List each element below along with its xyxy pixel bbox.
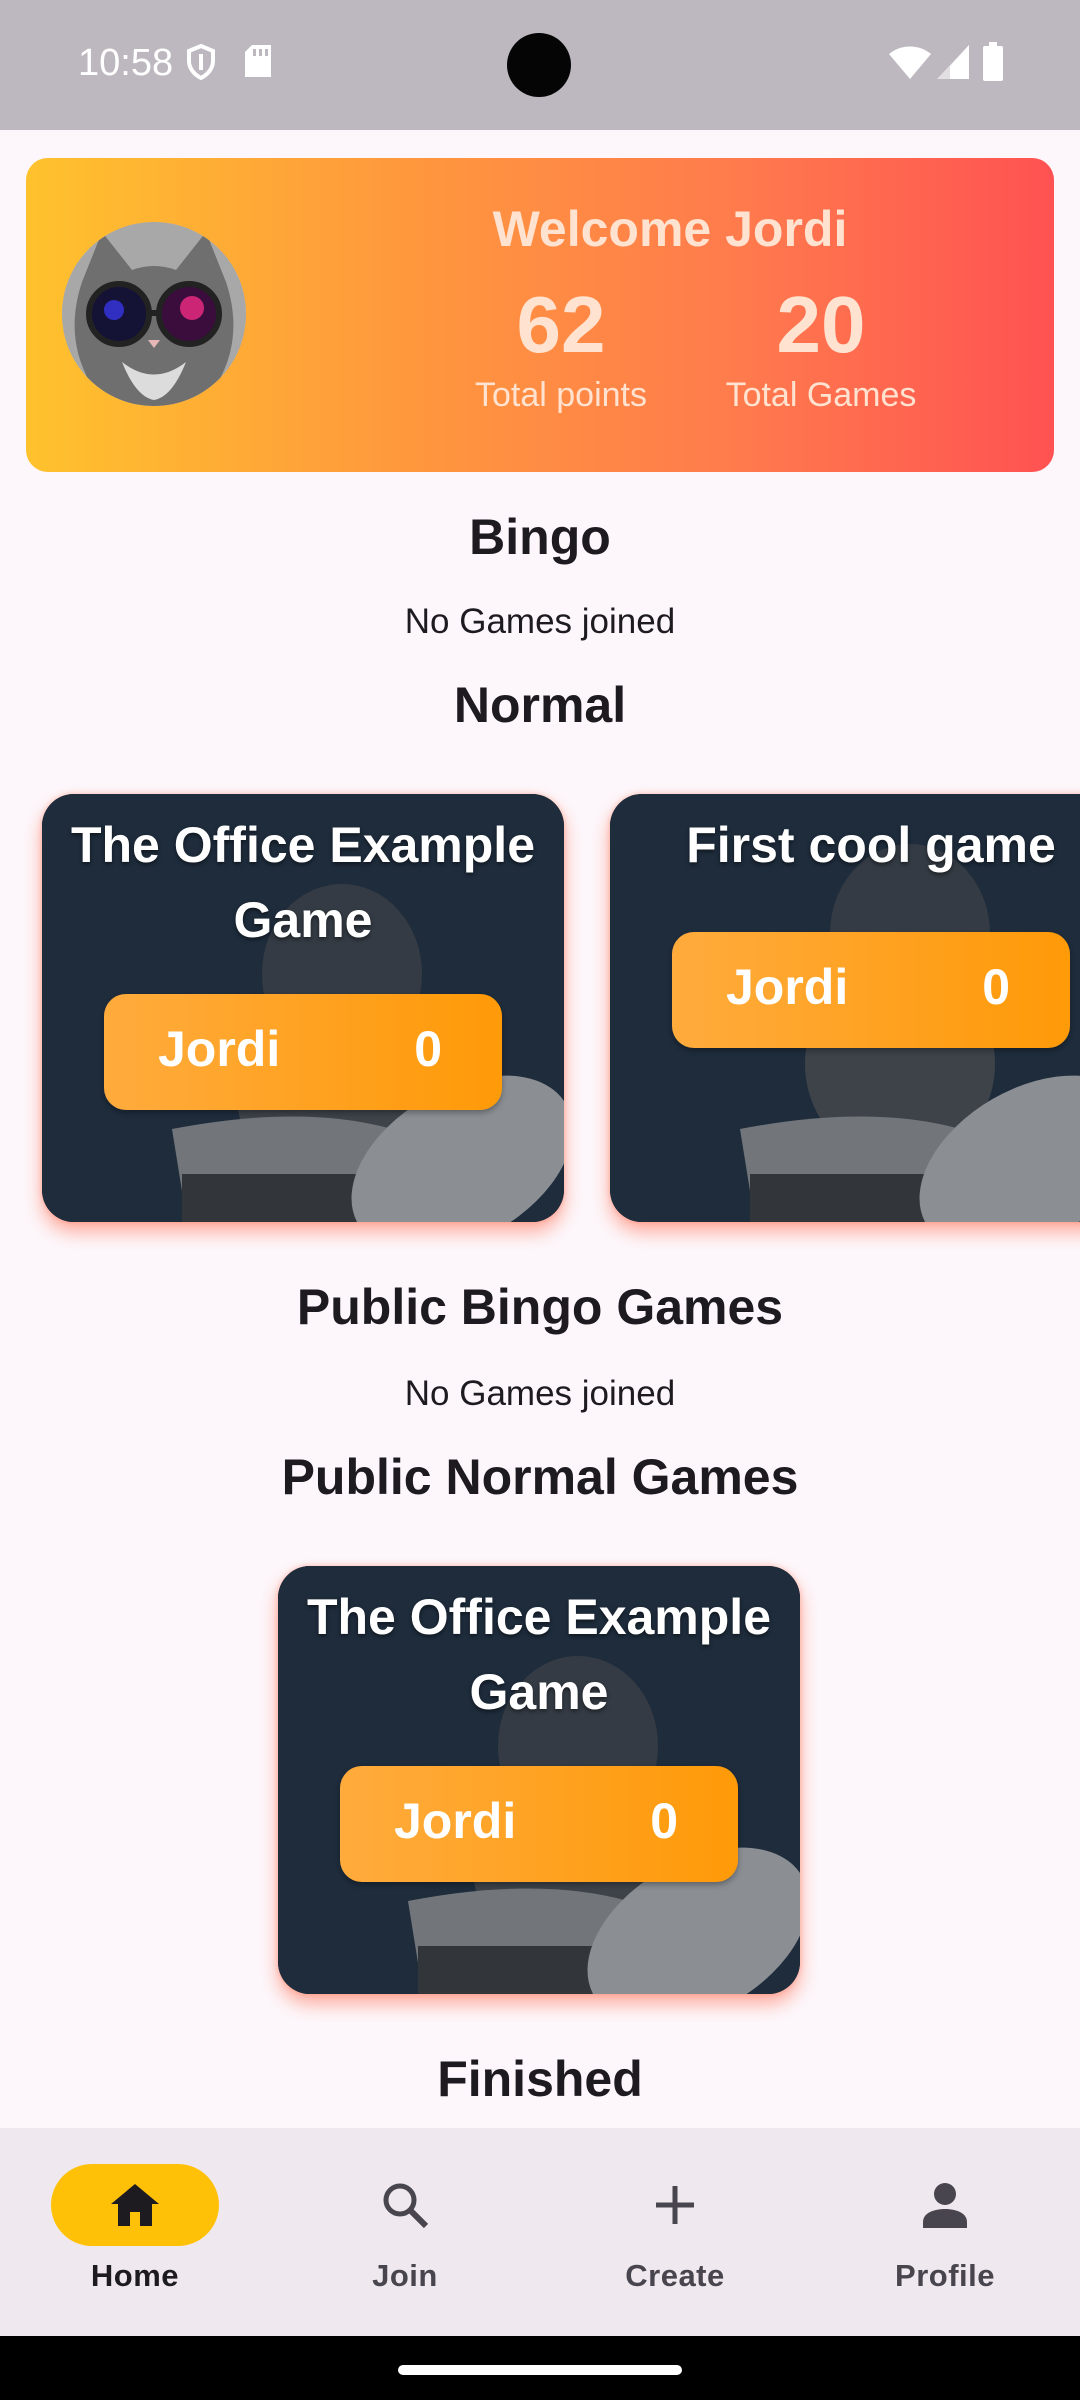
nav-item-create[interactable]: Create <box>540 2164 810 2294</box>
player-score: 0 <box>982 959 1010 1015</box>
game-card[interactable]: The Office Example Game Jordi 0 <box>278 1566 800 1994</box>
total-points-stat: 62 Total points <box>426 280 696 415</box>
plus-icon <box>656 2186 694 2224</box>
shield-icon <box>186 43 216 85</box>
welcome-title: Welcome Jordi <box>492 201 848 257</box>
player-name: Jordi <box>726 959 849 1015</box>
game-card[interactable]: The Office Example Game Jordi 0 <box>42 794 564 1222</box>
battery-icon <box>982 42 1004 87</box>
person-icon <box>923 2183 967 2228</box>
nav-item-join[interactable]: Join <box>270 2164 540 2294</box>
game-title: The Office Example Game <box>306 1589 772 1720</box>
sd-card-icon <box>244 44 272 83</box>
search-icon <box>383 2183 429 2229</box>
game-title: First cool game <box>686 817 1056 873</box>
section-title-public-bingo: Public Bingo Games <box>296 1279 784 1335</box>
front-camera <box>507 33 571 97</box>
game-card[interactable]: First cool game Jordi 0 <box>610 794 1080 1222</box>
bottom-navigation: Home Join Create Profile <box>0 2128 1080 2336</box>
nav-label-home: Home <box>90 2258 180 2293</box>
player-score-pill: Jordi 0 <box>672 932 1070 1048</box>
player-score: 0 <box>414 1021 442 1077</box>
section-title-finished: Finished <box>437 2051 643 2107</box>
public-bingo-empty-note: No Games joined <box>404 1374 676 1413</box>
status-time: 10:58 <box>78 42 174 84</box>
game-title: The Office Example Game <box>70 817 536 948</box>
section-title-bingo: Bingo <box>469 509 611 565</box>
player-score-pill: Jordi 0 <box>340 1766 738 1882</box>
total-points-label: Total points <box>475 376 647 414</box>
player-name: Jordi <box>394 1793 517 1849</box>
nav-item-profile[interactable]: Profile <box>810 2164 1080 2294</box>
total-games-stat: 20 Total Games <box>686 280 956 415</box>
player-name: Jordi <box>158 1021 281 1077</box>
system-navigation-bar <box>0 2336 1080 2400</box>
section-title-normal: Normal <box>453 677 627 733</box>
wifi-icon <box>888 46 932 85</box>
bingo-empty-note: No Games joined <box>404 602 676 641</box>
profile-summary-card: Welcome Jordi 62 Total points 20 Total G… <box>26 158 1054 472</box>
signal-icon <box>936 44 970 85</box>
nav-indicator <box>51 2164 219 2246</box>
nav-label-create: Create <box>625 2258 725 2293</box>
total-games-label: Total Games <box>725 376 917 414</box>
home-content[interactable]: Welcome Jordi 62 Total points 20 Total G… <box>0 130 1080 2128</box>
nav-label-profile: Profile <box>895 2258 995 2293</box>
player-score-pill: Jordi 0 <box>104 994 502 1110</box>
status-bar: 10:58 <box>0 0 1080 130</box>
player-score: 0 <box>650 1793 678 1849</box>
nav-item-home[interactable]: Home <box>0 2164 270 2294</box>
nav-label-join: Join <box>372 2258 438 2293</box>
total-games-value: 20 <box>776 280 866 369</box>
home-gesture-handle[interactable] <box>398 2365 682 2375</box>
section-title-public-normal: Public Normal Games <box>281 1449 799 1505</box>
home-icon <box>111 2184 159 2226</box>
total-points-value: 62 <box>516 280 606 369</box>
